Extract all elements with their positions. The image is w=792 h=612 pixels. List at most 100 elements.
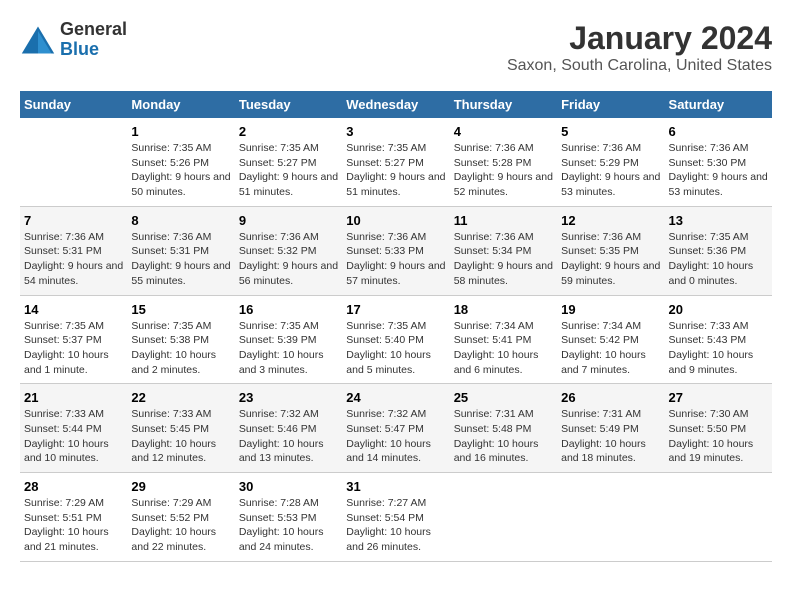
sunrise-text: Sunrise: 7:31 AM [454,408,534,420]
day-info: Sunrise: 7:29 AMSunset: 5:52 PMDaylight:… [131,496,230,555]
sunset-text: Sunset: 5:41 PM [454,334,532,346]
day-number: 25 [454,390,553,405]
day-info: Sunrise: 7:36 AMSunset: 5:29 PMDaylight:… [561,141,660,200]
sunrise-text: Sunrise: 7:36 AM [561,231,641,243]
calendar-cell: 3 Sunrise: 7:35 AMSunset: 5:27 PMDaylight… [342,118,449,206]
day-number: 10 [346,213,445,228]
header: General Blue January 2024 Saxon, South C… [20,20,772,75]
day-info: Sunrise: 7:35 AMSunset: 5:27 PMDaylight:… [346,141,445,200]
day-info: Sunrise: 7:31 AMSunset: 5:48 PMDaylight:… [454,407,553,466]
sunset-text: Sunset: 5:29 PM [561,157,639,169]
day-info: Sunrise: 7:36 AMSunset: 5:28 PMDaylight:… [454,141,553,200]
sunrise-text: Sunrise: 7:35 AM [24,320,104,332]
day-info: Sunrise: 7:33 AMSunset: 5:44 PMDaylight:… [24,407,123,466]
sunrise-text: Sunrise: 7:35 AM [239,320,319,332]
daylight-text: Daylight: 9 hours and 54 minutes. [24,260,123,287]
sunset-text: Sunset: 5:26 PM [131,157,209,169]
day-number: 18 [454,302,553,317]
daylight-text: Daylight: 10 hours and 16 minutes. [454,438,539,465]
calendar-cell: 8Sunrise: 7:36 AMSunset: 5:31 PMDaylight… [127,206,234,295]
sunrise-text: Sunrise: 7:36 AM [239,231,319,243]
day-info: Sunrise: 7:36 AMSunset: 5:31 PMDaylight:… [131,230,230,289]
calendar-cell: 26Sunrise: 7:31 AMSunset: 5:49 PMDayligh… [557,384,664,473]
calendar-week-row: 21Sunrise: 7:33 AMSunset: 5:44 PMDayligh… [20,384,772,473]
daylight-text: Daylight: 10 hours and 12 minutes. [131,438,216,465]
sunset-text: Sunset: 5:47 PM [346,423,424,435]
header-monday: Monday [127,91,234,118]
calendar-cell: 20Sunrise: 7:33 AMSunset: 5:43 PMDayligh… [665,295,772,384]
day-number: 4 [454,124,553,139]
sunset-text: Sunset: 5:44 PM [24,423,102,435]
day-number: 2 [239,124,338,139]
calendar-cell: 23Sunrise: 7:32 AMSunset: 5:46 PMDayligh… [235,384,342,473]
daylight-text: Daylight: 10 hours and 7 minutes. [561,349,646,376]
sunrise-text: Sunrise: 7:27 AM [346,497,426,509]
calendar-cell [557,473,664,562]
sunrise-text: Sunrise: 7:35 AM [239,142,319,154]
day-info: Sunrise: 7:32 AMSunset: 5:47 PMDaylight:… [346,407,445,466]
header-wednesday: Wednesday [342,91,449,118]
calendar-cell: 1 Sunrise: 7:35 AM Sunset: 5:26 PM Daylight… [127,118,234,206]
day-number: 13 [669,213,768,228]
day-number: 3 [346,124,445,139]
calendar-cell: 27Sunrise: 7:30 AMSunset: 5:50 PMDayligh… [665,384,772,473]
day-info: Sunrise: 7:29 AMSunset: 5:51 PMDaylight:… [24,496,123,555]
daylight-text: Daylight: 10 hours and 26 minutes. [346,526,431,553]
daylight-text: Daylight: 10 hours and 18 minutes. [561,438,646,465]
sunrise-text: Sunrise: 7:29 AM [131,497,211,509]
sunrise-text: Sunrise: 7:35 AM [131,320,211,332]
day-info: Sunrise: 7:31 AMSunset: 5:49 PMDaylight:… [561,407,660,466]
sunset-text: Sunset: 5:37 PM [24,334,102,346]
page-subtitle: Saxon, South Carolina, United States [507,57,772,75]
sunrise-text: Sunrise: 7:36 AM [454,142,534,154]
calendar-cell: 18 Sunrise: 7:34 AMSunset: 5:41 PMDayligh… [450,295,557,384]
sunset-text: Sunset: 5:28 PM [454,157,532,169]
sunrise-text: Sunrise: 7:32 AM [346,408,426,420]
sunset-text: Sunset: 5:46 PM [239,423,317,435]
calendar-cell: 4Sunrise: 7:36 AMSunset: 5:28 PMDaylight… [450,118,557,206]
sunrise-text: Sunrise: 7:28 AM [239,497,319,509]
daylight-text: Daylight: 10 hours and 21 minutes. [24,526,109,553]
sunrise-text: Sunrise: 7:35 AM [131,142,211,154]
header-friday: Friday [557,91,664,118]
calendar-cell: 16Sunrise: 7:35 AMSunset: 5:39 PMDayligh… [235,295,342,384]
day-number: 17 [346,302,445,317]
sunset-text: Sunset: 5:43 PM [669,334,747,346]
daylight-text: Daylight: 10 hours and 13 minutes. [239,438,324,465]
sunrise-text: Sunrise: 7:31 AM [561,408,641,420]
sunset-text: Sunset: 5:27 PM [346,157,424,169]
daylight-text: Daylight: 9 hours and 50 minutes. [131,171,230,198]
calendar-cell: 5 Sunrise: 7:36 AMSunset: 5:29 PMDaylight… [557,118,664,206]
calendar-week-row: 28Sunrise: 7:29 AMSunset: 5:51 PMDayligh… [20,473,772,562]
day-number: 1 [131,124,230,139]
daylight-text: Daylight: 9 hours and 51 minutes. [346,171,445,198]
daylight-text: Daylight: 10 hours and 5 minutes. [346,349,431,376]
sunset-text: Sunset: 5:54 PM [346,512,424,524]
day-info: Sunrise: 7:36 AMSunset: 5:32 PMDaylight:… [239,230,338,289]
day-info: Sunrise: 7:35 AM Sunset: 5:26 PM Daylight:… [131,141,230,200]
sunset-text: Sunset: 5:31 PM [24,245,102,257]
calendar-cell: 7Sunrise: 7:36 AMSunset: 5:31 PMDaylight… [20,206,127,295]
day-number: 15 [131,302,230,317]
day-number: 24 [346,390,445,405]
header-saturday: Saturday [665,91,772,118]
daylight-text: Daylight: 9 hours and 53 minutes. [561,171,660,198]
sunrise-text: Sunrise: 7:29 AM [24,497,104,509]
day-info: Sunrise: 7:35 AMSunset: 5:38 PMDaylight:… [131,319,230,378]
day-info: Sunrise: 7:36 AMSunset: 5:30 PMDaylight:… [669,141,768,200]
day-info: Sunrise: 7:36 AMSunset: 5:31 PMDaylight:… [24,230,123,289]
title-block: January 2024 Saxon, South Carolina, Unit… [507,20,772,75]
sunset-text: Sunset: 5:32 PM [239,245,317,257]
day-info: Sunrise: 7:35 AMSunset: 5:40 PMDaylight:… [346,319,445,378]
day-info: Sunrise: 7:36 AMSunset: 5:33 PMDaylight:… [346,230,445,289]
day-number: 5 [561,124,660,139]
sunrise-text: Sunrise: 7:33 AM [131,408,211,420]
day-info: Sunrise: 7:34 AMSunset: 5:41 PMDaylight:… [454,319,553,378]
day-number: 30 [239,479,338,494]
calendar-week-row: 7Sunrise: 7:36 AMSunset: 5:31 PMDaylight… [20,206,772,295]
daylight-text: Daylight: 10 hours and 1 minute. [24,349,109,376]
calendar-cell: 13Sunrise: 7:35 AMSunset: 5:36 PMDayligh… [665,206,772,295]
day-number: 14 [24,302,123,317]
day-number: 27 [669,390,768,405]
calendar-header-row: SundayMondayTuesdayWednesdayThursdayFrid… [20,91,772,118]
